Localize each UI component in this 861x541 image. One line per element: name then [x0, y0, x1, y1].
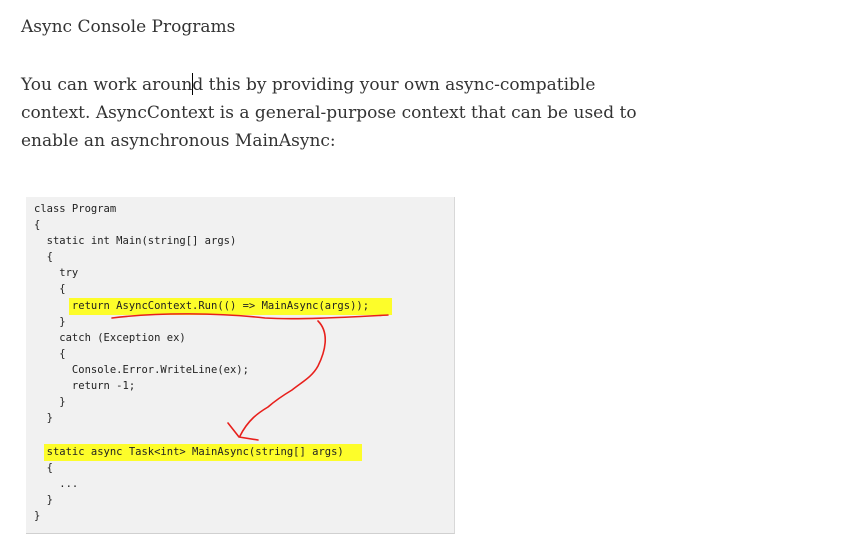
paragraph-line-1: You can work around this by providing yo…	[21, 75, 596, 95]
section-heading: Async Console Programs	[21, 17, 236, 37]
code-line-20: }	[34, 510, 41, 522]
code-line-19: }	[34, 494, 53, 506]
code-line-17: {	[34, 462, 53, 474]
code-line-13: }	[34, 396, 66, 408]
code-line-5: try	[34, 267, 79, 279]
code-line-9: catch (Exception ex)	[34, 332, 186, 344]
code-line-10: {	[34, 348, 66, 360]
code-screenshot: class Program { static int Main(string[]…	[26, 197, 455, 534]
code-line-16: static async Task<int> MainAsync(string[…	[34, 446, 344, 458]
code-line-3: static int Main(string[] args)	[34, 235, 237, 247]
body-paragraph: You can work around this by providing yo…	[21, 71, 661, 155]
code-line-11: Console.Error.WriteLine(ex);	[34, 364, 249, 376]
code-line-14: }	[34, 412, 53, 424]
code-line-8: }	[34, 316, 66, 328]
code-line-2: {	[34, 219, 41, 231]
code-line-12: return -1;	[34, 380, 136, 392]
code-line-1: class Program	[34, 203, 117, 215]
code-line-4: {	[34, 251, 53, 263]
code-line-6: {	[34, 283, 66, 295]
paragraph-line-2: context. AsyncContext is a general-purpo…	[21, 103, 637, 123]
paragraph-line-3: enable an asynchronous MainAsync:	[21, 131, 336, 151]
code-line-7: return AsyncContext.Run(() => MainAsync(…	[34, 300, 370, 312]
text-cursor	[192, 73, 193, 95]
code-line-18: ...	[34, 478, 79, 490]
